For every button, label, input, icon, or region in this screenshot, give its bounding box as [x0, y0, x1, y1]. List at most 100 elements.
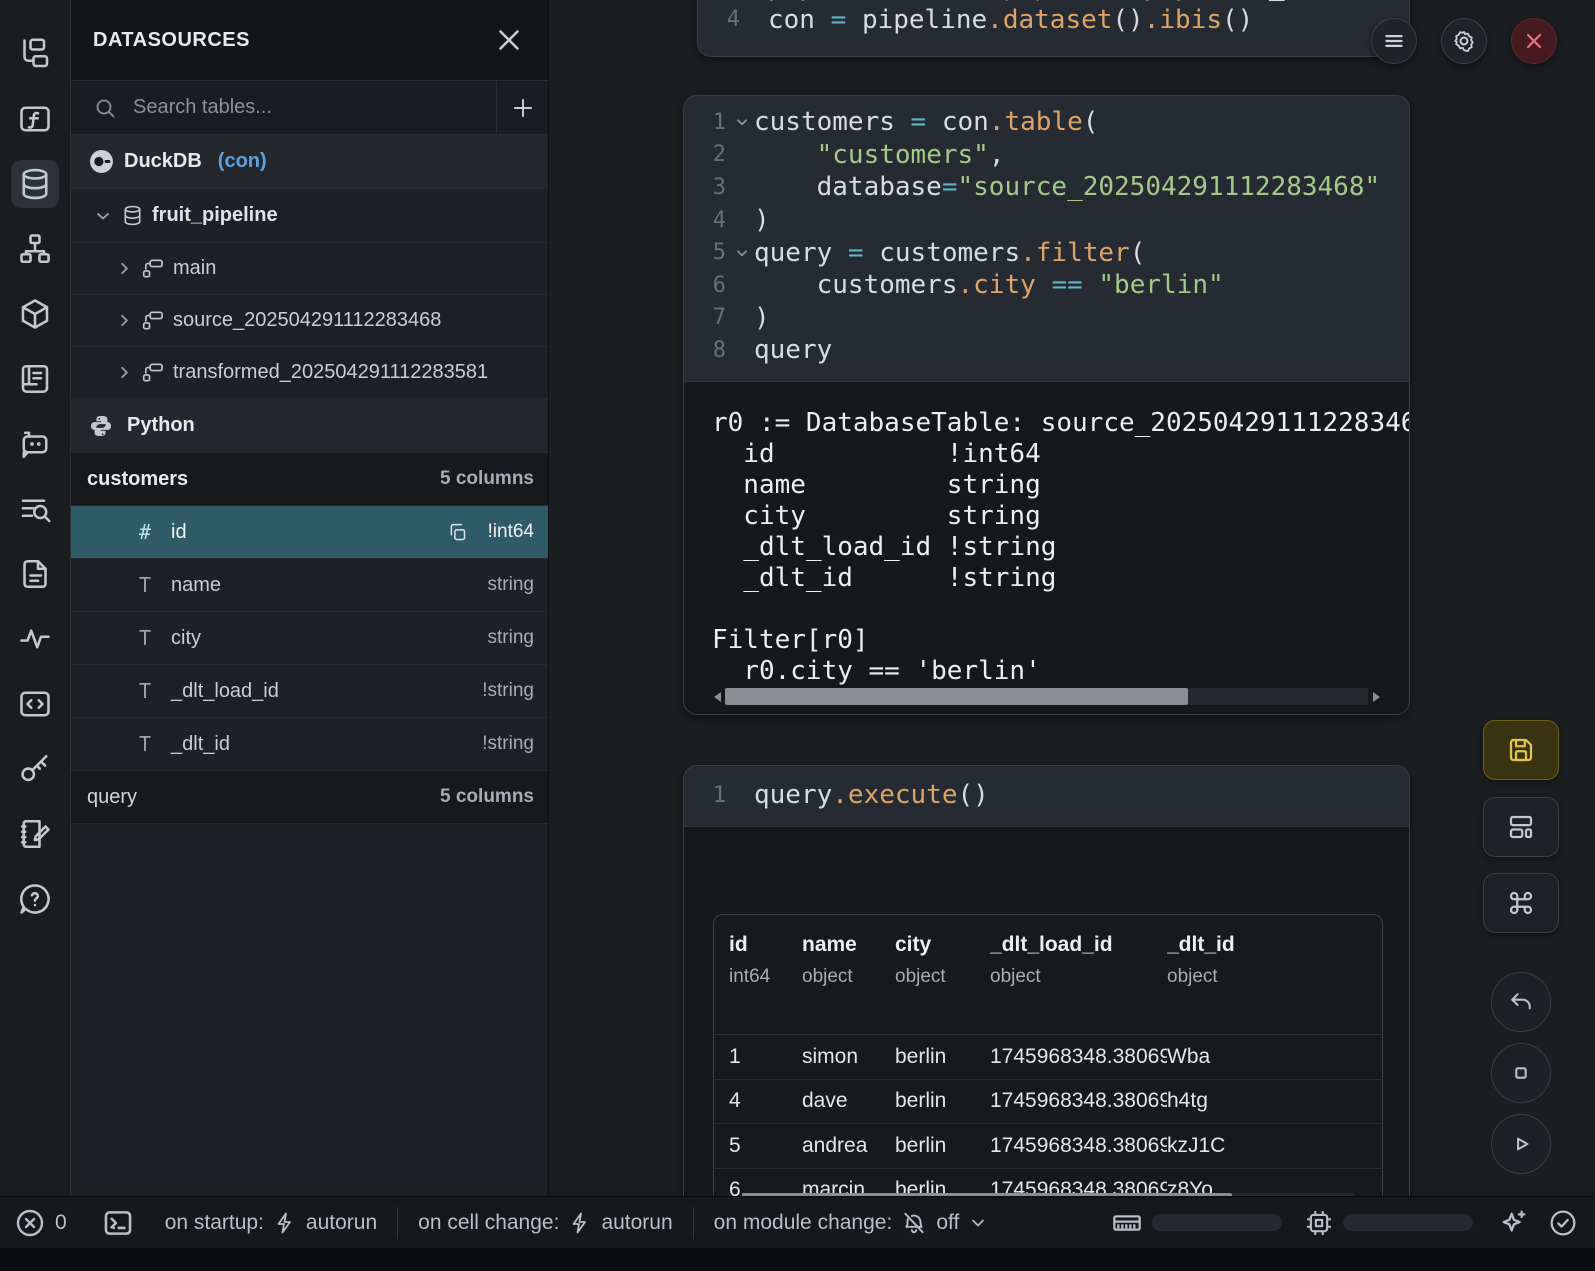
terminal-button[interactable]	[101, 1206, 135, 1240]
table-column-header-name[interactable]: nameobject	[802, 933, 895, 1034]
cell-setup[interactable]: 3pipeline = dlt.pipeline(pipeline_name="…	[697, 0, 1410, 57]
table-cell: berlin	[895, 1045, 990, 1069]
code-line[interactable]: 3 database="source_202504291112283468"	[684, 171, 1409, 204]
table-cell: simon	[802, 1045, 895, 1069]
settings-button[interactable]	[1441, 18, 1487, 64]
errors-indicator[interactable]: 0	[14, 1207, 67, 1239]
python-table-query[interactable]: query5 columns	[71, 771, 548, 824]
restart-button[interactable]	[1491, 972, 1551, 1032]
cell-menu-button[interactable]	[1371, 18, 1417, 64]
activity-bar-item-scripts[interactable]	[11, 355, 59, 403]
schema-icon	[142, 361, 165, 384]
code-line[interactable]: 1query.execute()	[684, 779, 1409, 812]
column-row-_dlt_id[interactable]: T_dlt_id!string	[71, 718, 548, 771]
schema-icon	[142, 309, 165, 332]
tree-schema-transformed_202504291112283581[interactable]: transformed_202504291112283581	[71, 347, 548, 399]
section-python[interactable]: Python	[71, 399, 548, 453]
table-column-header-_dlt_load_id[interactable]: _dlt_load_idobject	[990, 933, 1167, 1034]
result-table-header: idint64nameobjectcityobject_dlt_load_ido…	[714, 915, 1382, 1035]
code-line[interactable]: 4)	[684, 204, 1409, 237]
panel-title: DATASOURCES	[93, 29, 492, 52]
table-column-header-city[interactable]: cityobject	[895, 933, 990, 1034]
activity-bar-item-code[interactable]	[11, 680, 59, 728]
tree-schema-source_202504291112283468[interactable]: source_202504291112283468	[71, 295, 548, 347]
python-table-customers[interactable]: customers5 columns	[71, 453, 548, 506]
code-line[interactable]: 2 "customers",	[684, 139, 1409, 172]
copy-icon[interactable]	[447, 522, 468, 543]
ram-icon	[1111, 1207, 1143, 1239]
command-palette-button[interactable]	[1483, 873, 1559, 933]
tree-database-fruit_pipeline[interactable]: fruit_pipeline	[71, 189, 548, 243]
code-line[interactable]: 6 customers.city == "berlin"	[684, 269, 1409, 302]
window-edge	[0, 1248, 1595, 1271]
ibis-expression-output: r0 := DatabaseTable: source_202504291112…	[684, 382, 1409, 687]
code-line[interactable]: 4con = pipeline.dataset().ibis()	[698, 4, 1409, 37]
stop-button[interactable]	[1491, 1043, 1551, 1103]
column-type: string	[488, 574, 534, 596]
line-number: 6	[684, 273, 730, 298]
cell-execute-output: idint64nameobjectcityobject_dlt_load_ido…	[684, 826, 1409, 1225]
table-column-header-id[interactable]: idint64	[714, 933, 802, 1034]
search-box[interactable]	[71, 81, 496, 134]
column-row-city[interactable]: Tcitystring	[71, 612, 548, 665]
ai-chat-icon	[17, 426, 53, 462]
on-module-change-setting[interactable]: on module change: off	[714, 1210, 989, 1236]
table-column-header-_dlt_id[interactable]: _dlt_idobject	[1167, 933, 1377, 1034]
ai-assistant-button[interactable]	[1497, 1207, 1529, 1239]
shutdown-button[interactable]	[1511, 18, 1557, 64]
activity-bar-item-secrets[interactable]	[11, 745, 59, 793]
activity-bar-item-ai-chat[interactable]	[11, 420, 59, 468]
output-horizontal-scrollbar[interactable]	[709, 688, 1384, 705]
layout-toggle-button[interactable]	[1483, 797, 1559, 857]
fold-chevron-icon[interactable]	[730, 115, 754, 129]
column-name: name	[171, 574, 474, 597]
code-line[interactable]: 1customers = con.table(	[684, 106, 1409, 139]
activity-bar-item-packages[interactable]	[11, 290, 59, 338]
activity-bar-item-snippets[interactable]	[11, 550, 59, 598]
close-panel-icon[interactable]	[492, 23, 526, 57]
save-button[interactable]	[1483, 720, 1559, 780]
table-cell: 4	[714, 1089, 802, 1113]
on-startup-setting[interactable]: on startup: autorun	[165, 1211, 377, 1235]
activity-bar-item-tracing[interactable]	[11, 615, 59, 663]
line-number: 7	[684, 305, 730, 330]
activity-bar-item-dependencies[interactable]	[11, 225, 59, 273]
table-row[interactable]: 4daveberlin1745968348.3806975h4tg	[714, 1080, 1382, 1125]
cell-query[interactable]: 1customers = con.table(2 "customers",3 d…	[683, 95, 1410, 715]
cell-execute[interactable]: 1query.execute() idint64nameobjectcityob…	[683, 765, 1410, 1225]
search-input[interactable]	[131, 95, 486, 120]
activity-bar-item-scratchpad[interactable]	[11, 810, 59, 858]
table-row[interactable]: 1simonberlin1745968348.3806975Wba	[714, 1035, 1382, 1080]
column-row-name[interactable]: Tnamestring	[71, 559, 548, 612]
on-cell-change-setting[interactable]: on cell change: autorun	[418, 1211, 673, 1235]
tree-schema-main[interactable]: main	[71, 243, 548, 295]
run-button[interactable]	[1491, 1114, 1551, 1174]
ram-usage[interactable]	[1111, 1207, 1282, 1239]
python-logo-icon	[89, 414, 113, 438]
lightning-icon	[273, 1211, 297, 1235]
connection-status-button[interactable]	[1547, 1207, 1579, 1239]
code-line[interactable]: 7)	[684, 302, 1409, 335]
play-icon	[1507, 1130, 1535, 1158]
activity-bar-item-file-explorer[interactable]	[11, 30, 59, 78]
cpu-usage[interactable]	[1304, 1208, 1473, 1238]
engine-row-duckdb[interactable]: DuckDB (con)	[71, 135, 548, 189]
code-line[interactable]: 8query	[684, 334, 1409, 367]
line-number: 1	[684, 783, 730, 808]
add-datasource-button[interactable]	[496, 81, 548, 134]
database-name: fruit_pipeline	[152, 204, 278, 227]
column-row-_dlt_load_id[interactable]: T_dlt_load_id!string	[71, 665, 548, 718]
activity-bar-item-functions[interactable]	[11, 95, 59, 143]
fold-chevron-icon[interactable]	[730, 246, 754, 260]
table-cell: 1745968348.3806975	[990, 1045, 1167, 1069]
table-row[interactable]: 5andreaberlin1745968348.3806975kzJ1C	[714, 1124, 1382, 1169]
stop-square-icon	[1507, 1059, 1535, 1087]
activity-bar-item-logs[interactable]	[11, 485, 59, 533]
engine-name: DuckDB	[124, 150, 202, 173]
logs-icon	[17, 491, 53, 527]
code-line[interactable]: 5query = customers.filter(	[684, 236, 1409, 269]
chevron-down-icon	[968, 1213, 988, 1233]
activity-bar-item-help[interactable]	[11, 875, 59, 923]
column-row-id[interactable]: #id!int64	[71, 506, 548, 559]
activity-bar-item-datasources[interactable]	[11, 160, 59, 208]
